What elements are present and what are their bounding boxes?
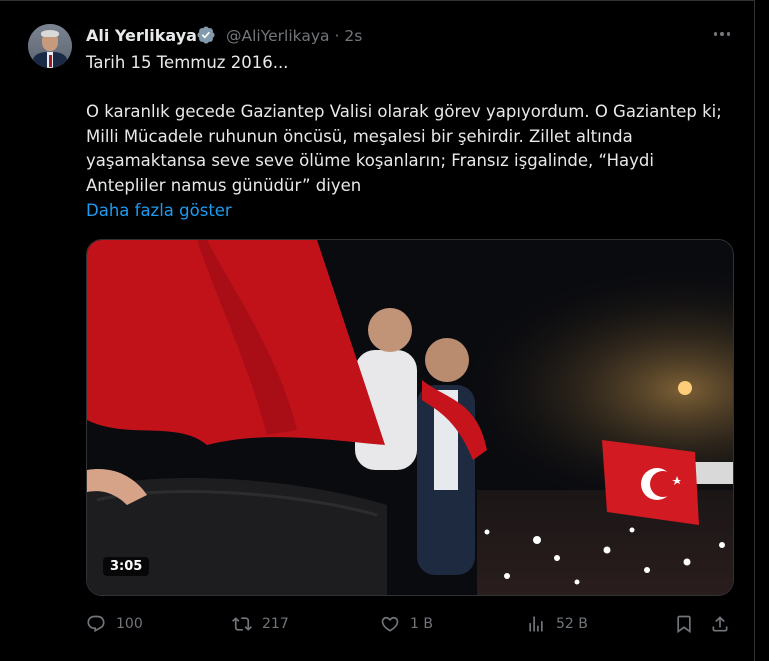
- views-count: 52 B: [556, 616, 588, 632]
- share-button[interactable]: [710, 606, 740, 642]
- show-more-link[interactable]: Daha fazla göster: [86, 201, 232, 220]
- action-bar: 100 217 1 B 52 B: [86, 606, 736, 642]
- video-duration: 3:05: [103, 557, 150, 576]
- bookmark-icon: [677, 615, 691, 634]
- author-handle[interactable]: @AliYerlikaya: [226, 27, 330, 45]
- tweet-text: Tarih 15 Temmuz 2016... O karanlık geced…: [86, 51, 736, 198]
- video-thumbnail: [87, 240, 733, 595]
- share-icon: [712, 616, 728, 632]
- avatar[interactable]: [28, 24, 72, 68]
- reply-button[interactable]: 100: [86, 606, 143, 642]
- views-icon: [529, 616, 543, 632]
- tweet-line-1: Tarih 15 Temmuz 2016...: [86, 53, 289, 72]
- like-icon: [381, 616, 399, 632]
- like-button[interactable]: 1 B: [380, 606, 433, 642]
- verified-badge-icon: [197, 26, 215, 44]
- reply-count: 100: [116, 616, 143, 632]
- top-divider: [0, 0, 754, 1]
- views-button[interactable]: 52 B: [526, 606, 588, 642]
- timestamp[interactable]: 2s: [344, 27, 362, 45]
- like-count: 1 B: [410, 616, 433, 632]
- repost-icon: [232, 617, 252, 631]
- repost-count: 217: [262, 616, 289, 632]
- author-handle-line[interactable]: @AliYerlikaya · 2s: [226, 27, 362, 45]
- author-name[interactable]: Ali Yerlikaya: [86, 26, 197, 45]
- video-player[interactable]: [86, 239, 734, 596]
- repost-button[interactable]: 217: [232, 606, 289, 642]
- more-icon[interactable]: [710, 22, 734, 46]
- separator-dot: ·: [334, 27, 340, 45]
- bookmark-button[interactable]: [674, 606, 704, 642]
- tweet-body: O karanlık gecede Gaziantep Valisi olara…: [86, 102, 728, 195]
- reply-icon: [87, 615, 105, 633]
